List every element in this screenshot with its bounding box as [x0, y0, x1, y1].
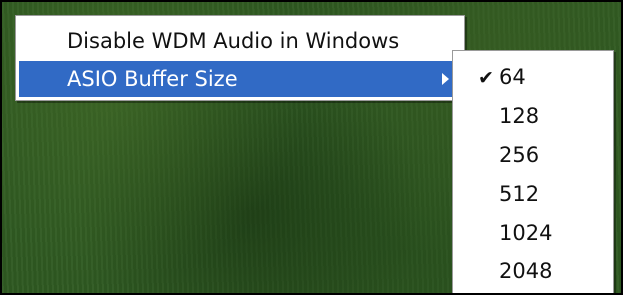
chevron-right-icon [442, 73, 449, 85]
submenu-item-2048[interactable]: 2048 [456, 252, 610, 290]
submenu-item-label: 256 [499, 143, 540, 167]
asio-buffer-size-submenu: ✔ 64 128 256 512 1024 2048 [452, 50, 614, 293]
desktop-background: Disable WDM Audio in Windows ASIO Buffer… [0, 0, 623, 295]
submenu-item-256[interactable]: 256 [456, 136, 610, 174]
submenu-item-label: 512 [499, 182, 540, 206]
submenu-item-1024[interactable]: 1024 [456, 214, 610, 252]
menu-item-label: ASIO Buffer Size [67, 67, 238, 91]
submenu-item-label: 1024 [499, 221, 553, 245]
submenu-item-64[interactable]: ✔ 64 [456, 58, 610, 96]
submenu-item-512[interactable]: 512 [456, 175, 610, 213]
context-menu: Disable WDM Audio in Windows ASIO Buffer… [15, 15, 465, 101]
submenu-item-label: 2048 [499, 259, 553, 283]
checkmark-icon: ✔ [478, 67, 494, 89]
submenu-item-128[interactable]: 128 [456, 97, 610, 135]
menu-item-asio-buffer-size[interactable]: ASIO Buffer Size [19, 61, 461, 97]
menu-item-label: Disable WDM Audio in Windows [67, 29, 400, 53]
submenu-item-label: 128 [499, 104, 540, 128]
submenu-item-label: 64 [499, 65, 526, 89]
menu-item-disable-wdm-audio[interactable]: Disable WDM Audio in Windows [19, 23, 461, 59]
